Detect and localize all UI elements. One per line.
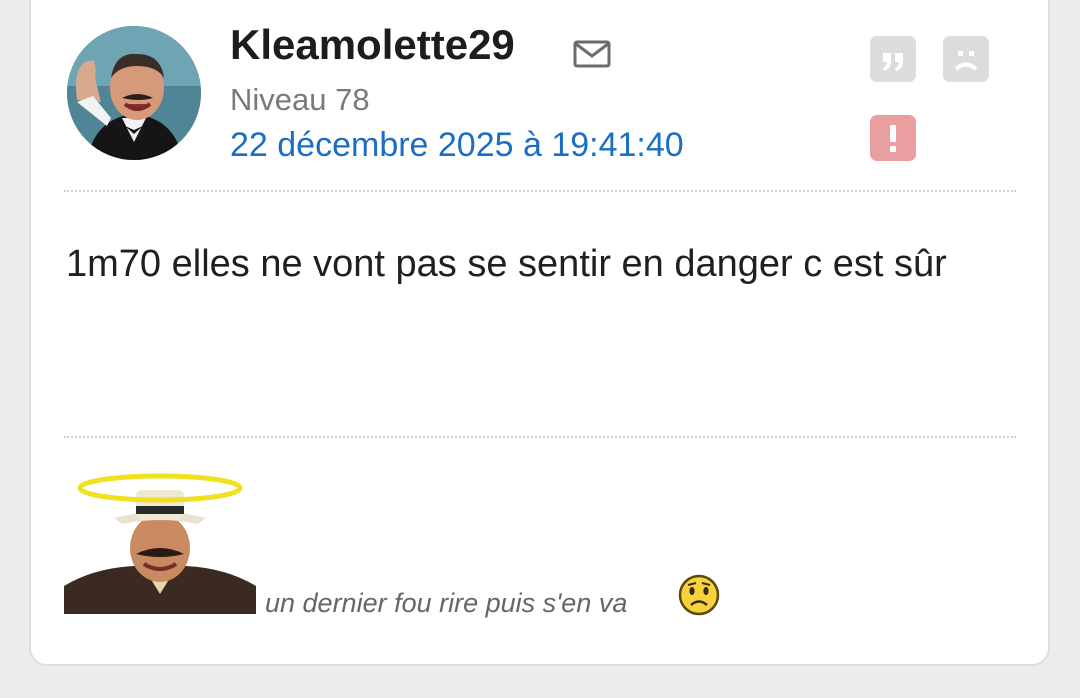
author-level: Niveau 78: [230, 82, 370, 117]
post-message: 1m70 elles ne vont pas se sentir en dang…: [66, 243, 947, 285]
report-button[interactable]: [870, 115, 916, 161]
signature-image: [64, 468, 256, 614]
signature-divider: [64, 436, 1016, 438]
post-card: Kleamolette29 Niveau 78 22 décembre 2025…: [29, 0, 1050, 666]
worried-smiley-icon: [677, 573, 721, 617]
avatar[interactable]: [67, 26, 201, 160]
sad-face-icon: [954, 51, 978, 71]
header-divider: [64, 190, 1016, 192]
mail-icon[interactable]: [573, 39, 611, 69]
quote-button[interactable]: [870, 36, 916, 82]
post-date-link[interactable]: 22 décembre 2025 à 19:41:40: [230, 128, 684, 162]
quote-icon: [883, 53, 903, 71]
alert-icon: [890, 125, 896, 152]
author-name[interactable]: Kleamolette29: [230, 24, 515, 66]
signature-text: un dernier fou rire puis s'en va: [265, 588, 628, 618]
sad-button[interactable]: [943, 36, 989, 82]
avatar-image: [67, 26, 201, 160]
